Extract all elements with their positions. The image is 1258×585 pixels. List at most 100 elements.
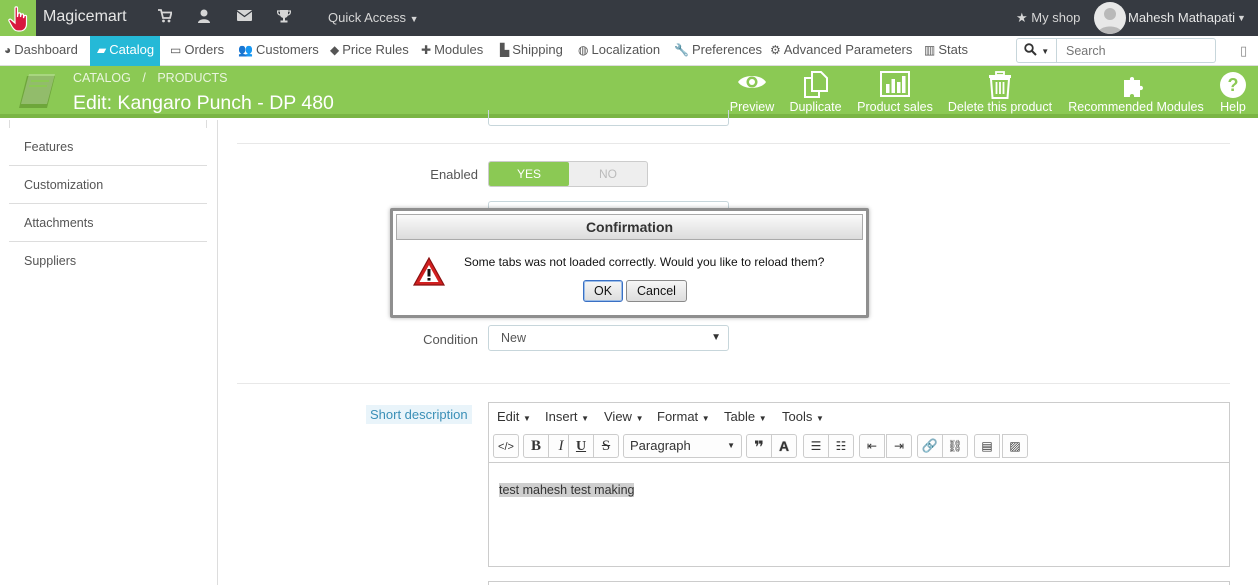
section-separator	[237, 383, 1230, 384]
editor-menu-label: Insert	[545, 409, 578, 424]
editor-menu-tools[interactable]: Tools ▼	[782, 403, 824, 431]
editor-menu-insert[interactable]: Insert ▼	[545, 403, 589, 431]
menu-collapse-icon[interactable]: ▯	[1240, 43, 1247, 59]
menu-preferences[interactable]: 🔧 Preferences	[674, 36, 762, 66]
enabled-label: Enabled	[430, 167, 478, 182]
unlink-icon: ⛓	[947, 439, 963, 453]
help-button[interactable]: ? Help	[1215, 66, 1251, 118]
caret-down-icon: ▼	[701, 414, 710, 423]
enabled-switch[interactable]: YES NO	[488, 161, 648, 187]
condition-select[interactable]: New ▼	[488, 325, 729, 351]
partial-field[interactable]	[488, 110, 729, 126]
sidebar-item-features[interactable]: Features	[9, 128, 207, 166]
eye-icon	[728, 66, 776, 100]
menu-label: Modules	[434, 42, 484, 57]
media-button[interactable]: ▤	[974, 434, 1000, 458]
underline-button[interactable]: U	[568, 434, 594, 458]
editor-menu-label: Tools	[782, 409, 813, 424]
source-code-button[interactable]: </>	[493, 434, 519, 458]
envelope-icon[interactable]	[236, 9, 253, 26]
paragraph-format-value: Paragraph	[630, 438, 691, 453]
menu-advanced-parameters[interactable]: ⚙ Advanced Parameters	[770, 36, 912, 66]
strikethrough-icon: S	[601, 438, 611, 454]
menu-localization[interactable]: ◍ Localization	[578, 36, 660, 66]
menu-label: Price Rules	[342, 42, 409, 57]
menu-stats[interactable]: ▥ Stats	[924, 36, 968, 66]
editor-menu-format[interactable]: Format ▼	[657, 403, 710, 431]
menu-label: Stats	[938, 42, 968, 57]
page-title: Edit: Kangaro Punch - DP 480	[73, 92, 334, 114]
caret-down-icon: ▼	[727, 441, 735, 450]
user-icon[interactable]	[198, 9, 210, 27]
sidebar-item-attachments[interactable]: Attachments	[9, 204, 207, 242]
quick-access-dropdown[interactable]: Quick Access ▼	[328, 10, 419, 25]
caret-down-icon: ▼	[523, 414, 531, 423]
book-icon: ▰	[97, 43, 107, 57]
cancel-button[interactable]: Cancel	[626, 280, 687, 302]
bold-button[interactable]: B	[523, 434, 549, 458]
image-button[interactable]: ▨	[1002, 434, 1028, 458]
outdent-button[interactable]: ⇤	[859, 434, 885, 458]
trash-icon	[945, 66, 1055, 100]
duplicate-button[interactable]: Duplicate	[787, 66, 844, 118]
preview-button[interactable]: Preview	[728, 66, 776, 118]
underline-icon: U	[575, 439, 587, 454]
menu-orders[interactable]: ▭ Orders	[170, 36, 224, 66]
menu-label: Dashboard	[14, 42, 78, 57]
caret-down-icon: ▼	[1041, 47, 1050, 56]
editor-menu-view[interactable]: View ▼	[604, 403, 644, 431]
code-icon: </>	[498, 441, 514, 453]
caret-down-icon: ▼	[581, 414, 590, 423]
link-button[interactable]: 🔗	[917, 434, 943, 458]
warning-icon	[412, 256, 446, 288]
sidebar-item-suppliers[interactable]: Suppliers	[9, 242, 207, 280]
caret-down-icon: ▼	[815, 414, 824, 423]
my-shop-link[interactable]: ★ My shop	[1016, 10, 1080, 26]
sidebar-divider	[217, 120, 218, 585]
product-sales-label: Product sales	[857, 100, 933, 114]
enabled-no-option[interactable]: NO	[569, 162, 647, 186]
breadcrumb-catalog[interactable]: CATALOG	[73, 71, 131, 85]
numbered-list-button[interactable]: ☷	[828, 434, 854, 458]
paragraph-format-select[interactable]: Paragraph ▼	[623, 434, 742, 458]
menu-shipping[interactable]: ▙ Shipping	[500, 36, 563, 66]
editor-menu-table[interactable]: Table ▼	[724, 403, 767, 431]
menu-customers[interactable]: 👥 Customers	[238, 36, 319, 66]
menu-catalog[interactable]: ▰ Catalog	[90, 36, 161, 66]
unlink-button[interactable]: ⛓	[942, 434, 968, 458]
menu-dashboard[interactable]: ◕ Dashboard	[4, 36, 78, 66]
catalog-book-icon	[15, 72, 59, 112]
strikethrough-button[interactable]: S	[593, 434, 619, 458]
bullet-list-button[interactable]: ☰	[803, 434, 829, 458]
delete-product-button[interactable]: Delete this product	[945, 66, 1055, 118]
indent-button[interactable]: ⇥	[886, 434, 912, 458]
hand-pointer-icon	[8, 6, 28, 32]
blockquote-button[interactable]: ❞	[746, 434, 772, 458]
trophy-icon[interactable]	[276, 9, 292, 27]
editor-content-area[interactable]: test mahesh test making	[489, 464, 1229, 566]
delete-product-label: Delete this product	[947, 100, 1053, 114]
menu-modules[interactable]: ✚ Modules	[421, 36, 483, 66]
editor-menu-label: Table	[724, 409, 756, 424]
menu-label: Advanced Parameters	[783, 42, 913, 57]
text-color-button[interactable]: A	[771, 434, 797, 458]
user-name: Mahesh Mathapati	[1128, 10, 1235, 25]
cart-icon[interactable]	[158, 9, 173, 27]
enabled-yes-option[interactable]: YES	[489, 162, 569, 186]
breadcrumb-products[interactable]: PRODUCTS	[157, 71, 227, 85]
breadcrumb: CATALOG / PRODUCTS	[73, 71, 228, 85]
ok-button[interactable]: OK	[583, 280, 623, 302]
sidebar-toggle-button[interactable]	[0, 0, 36, 36]
sidebar-item-customization[interactable]: Customization	[9, 166, 207, 204]
dialog-message: Some tabs was not loaded correctly. Woul…	[464, 255, 825, 269]
menu-price-rules[interactable]: ◆ Price Rules	[330, 36, 409, 66]
search-type-dropdown[interactable]: ▼	[1016, 38, 1057, 63]
product-sales-button[interactable]: Product sales	[855, 66, 935, 118]
wrench-icon: 🔧	[674, 43, 689, 57]
shop-name[interactable]: Magicemart	[43, 8, 127, 26]
dashboard-icon: ◕	[4, 43, 12, 57]
editor-menu-edit[interactable]: Edit ▼	[497, 403, 531, 431]
quote-icon: ❞	[754, 438, 764, 457]
recommended-modules-button[interactable]: Recommended Modules	[1066, 66, 1206, 118]
search-input[interactable]	[1057, 38, 1216, 63]
